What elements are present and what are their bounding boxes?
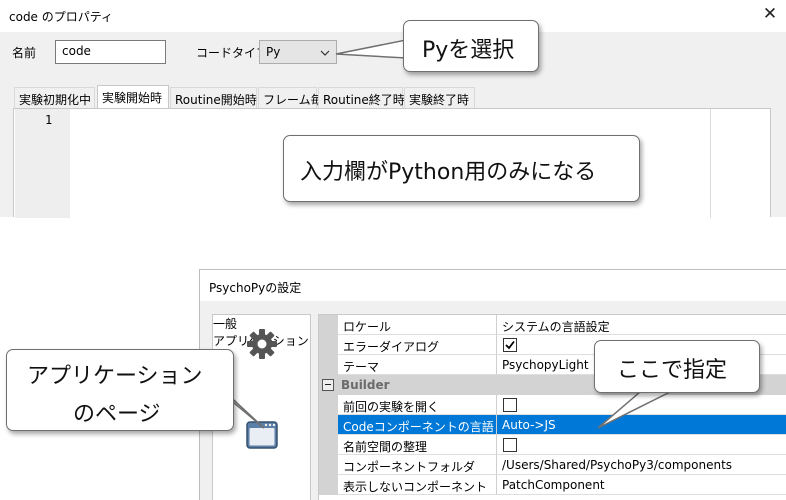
settings-title: PsychoPyの設定 bbox=[209, 281, 302, 295]
name-input[interactable]: code bbox=[55, 40, 166, 64]
callout-select-py: Pyを選択 bbox=[403, 20, 539, 72]
row-value bbox=[497, 435, 786, 455]
row-open-last-experiment[interactable]: 前回の実験を開く bbox=[319, 395, 786, 415]
row-value[interactable]: /Users/Shared/PsychoPy3/components bbox=[497, 455, 786, 475]
edge-guide-line bbox=[710, 109, 711, 218]
callout-text: ここで指定 bbox=[617, 358, 728, 383]
row-margin bbox=[319, 395, 338, 415]
row-margin bbox=[319, 455, 338, 475]
row-locale[interactable]: ロケール システムの言語設定 bbox=[319, 315, 786, 335]
row-value[interactable]: システムの言語設定 bbox=[497, 315, 786, 335]
code-type-value: Py bbox=[266, 45, 281, 59]
checkmark-icon bbox=[505, 340, 515, 350]
screenshot-root: { "code_dialog": { "title": "code のプロパティ… bbox=[0, 0, 786, 500]
row-value[interactable]: Auto->JS bbox=[497, 415, 786, 435]
tab-experiment-end[interactable]: 実験終了時 bbox=[404, 87, 475, 108]
callout-text-line2: のページ bbox=[73, 402, 161, 427]
tab-routine-begin[interactable]: Routine開始時 bbox=[170, 87, 257, 108]
callout-specify-here: ここで指定 bbox=[594, 340, 760, 393]
row-key: ロケール bbox=[338, 315, 497, 335]
tab-routine-end[interactable]: Routine終了時 bbox=[318, 87, 405, 108]
gear-icon bbox=[247, 329, 277, 359]
collapse-icon[interactable] bbox=[322, 379, 334, 391]
row-value[interactable]: PatchComponent bbox=[497, 475, 786, 495]
row-component-folder[interactable]: コンポーネントフォルダ /Users/Shared/PsychoPy3/comp… bbox=[319, 455, 786, 475]
row-key: エラーダイアログ bbox=[338, 335, 497, 355]
namespace-cleanup-checkbox[interactable] bbox=[503, 438, 517, 452]
tab-each-frame[interactable]: フレーム毎 bbox=[258, 87, 323, 108]
row-key: 前回の実験を開く bbox=[338, 395, 497, 415]
row-margin bbox=[319, 415, 338, 435]
group-label: Builder bbox=[341, 378, 390, 392]
application-window-icon bbox=[246, 421, 278, 449]
close-icon[interactable]: ✕ bbox=[759, 3, 781, 25]
line-number: 1 bbox=[45, 113, 53, 127]
code-type-label: コードタイプ bbox=[196, 46, 269, 60]
row-namespace-cleanup[interactable]: 名前空間の整理 bbox=[319, 435, 786, 455]
callout-text-line1: アプリケーション bbox=[27, 364, 203, 389]
row-key: 名前空間の整理 bbox=[338, 435, 497, 455]
dialog-title: code のプロパティ bbox=[9, 10, 114, 24]
row-key: Codeコンポーネントの言語 bbox=[338, 415, 497, 435]
row-margin bbox=[319, 315, 338, 335]
open-last-experiment-checkbox[interactable] bbox=[503, 398, 517, 412]
row-margin bbox=[319, 335, 338, 355]
chevron-down-icon bbox=[320, 50, 330, 56]
line-number-gutter: 1 bbox=[15, 109, 70, 218]
row-hidden-components[interactable]: 表示しないコンポーネント PatchComponent bbox=[319, 475, 786, 495]
callout-text: Pyを選択 bbox=[422, 38, 515, 63]
tab-experiment-begin[interactable]: 実験開始時 bbox=[97, 85, 169, 108]
dialog-title-bar: code のプロパティ ✕ bbox=[0, 0, 786, 32]
tab-experiment-init[interactable]: 実験初期化中 bbox=[14, 87, 95, 108]
row-key: 表示しないコンポーネント bbox=[338, 475, 497, 495]
category-general[interactable]: 一般 bbox=[213, 315, 310, 359]
row-key: テーマ bbox=[338, 355, 497, 375]
name-label: 名前 bbox=[12, 46, 37, 60]
row-key: コンポーネントフォルダ bbox=[338, 455, 497, 475]
settings-title-bar: PsychoPyの設定 bbox=[200, 270, 786, 301]
row-margin bbox=[319, 475, 338, 495]
error-dialog-checkbox[interactable] bbox=[503, 338, 517, 352]
code-type-select[interactable]: Py bbox=[259, 40, 337, 64]
callout-application-page: アプリケーション のページ bbox=[6, 349, 234, 431]
row-value bbox=[497, 395, 786, 415]
row-margin bbox=[319, 435, 338, 455]
row-code-component-language[interactable]: Codeコンポーネントの言語 Auto->JS bbox=[319, 415, 786, 435]
callout-text: 入力欄がPython用のみになる bbox=[300, 160, 597, 185]
callout-python-only: 入力欄がPython用のみになる bbox=[283, 135, 640, 202]
row-margin bbox=[319, 355, 338, 375]
category-general-label: 一般 bbox=[213, 317, 238, 331]
